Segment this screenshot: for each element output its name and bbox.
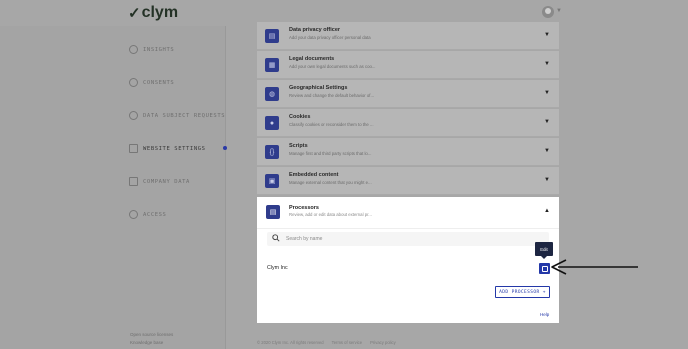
terms-link[interactable]: Terms of service [332, 340, 362, 345]
cookie-icon: ● [265, 116, 279, 130]
knowledge-base-link[interactable]: Knowledge base [130, 340, 163, 345]
processors-desc: Review, add or edit data about external … [289, 212, 372, 217]
chevron-down-icon[interactable]: ▼ [544, 90, 550, 96]
processors-panel: ▤ Processors Review, add or edit data ab… [257, 197, 559, 323]
sidebar [0, 26, 226, 349]
person-icon: ▤ [265, 29, 279, 43]
row-desc: Add your data privacy officer personal d… [289, 35, 371, 40]
consents-icon [129, 78, 138, 87]
requests-icon [129, 111, 138, 120]
row-desc: Manage first and third party scripts tha… [289, 151, 372, 156]
row-title: Geographical Settings [289, 85, 348, 91]
document-icon: ▦ [265, 58, 279, 72]
row-desc: Manage external content that you might e… [289, 180, 372, 185]
settings-row-embedded-content[interactable]: ▣ Embedded content Manage external conte… [257, 167, 559, 195]
row-title: Data privacy officer [289, 27, 341, 33]
brand-name: clym [141, 4, 179, 21]
sidebar-item-label: DATA SUBJECT REQUESTS [143, 112, 226, 119]
active-indicator [223, 146, 227, 150]
globe-icon: ◍ [265, 87, 279, 101]
sidebar-item-insights[interactable]: INSIGHTS [129, 45, 174, 54]
row-desc: Classify cookies or reconsider them to t… [289, 122, 374, 127]
sidebar-item-company-data[interactable]: COMPANY DATA [129, 177, 190, 186]
chevron-down-icon[interactable]: ▼ [556, 8, 562, 14]
help-link[interactable]: Help [540, 312, 549, 317]
arrow-annotation-icon [551, 259, 638, 275]
embed-icon: ▣ [265, 174, 279, 188]
row-title: Scripts [289, 143, 308, 149]
privacy-link[interactable]: Privacy policy [370, 340, 396, 345]
sidebar-item-consents[interactable]: CONSENTS [129, 78, 174, 87]
row-desc: Add your own legal documents such as coo… [289, 64, 376, 69]
chevron-down-icon[interactable]: ▼ [544, 177, 550, 183]
copyright-text: © 2020 Clym Inc. All rights reserved [257, 340, 324, 345]
settings-row-cookies[interactable]: ● Cookies Classify cookies or reconsider… [257, 109, 559, 137]
sidebar-item-label: CONSENTS [143, 79, 175, 86]
chevron-down-icon[interactable]: ▼ [544, 148, 550, 154]
website-settings-icon [129, 144, 138, 153]
settings-row-data-privacy-officer[interactable]: ▤ Data privacy officer Add your data pri… [257, 22, 559, 50]
chevron-down-icon[interactable]: ▼ [544, 32, 550, 38]
sidebar-item-label: ACCESS [143, 211, 167, 218]
search-placeholder: Search by name [286, 236, 323, 242]
chevron-up-icon[interactable]: ▲ [544, 208, 550, 214]
user-avatar[interactable] [542, 6, 554, 18]
settings-row-legal-documents[interactable]: ▦ Legal documents Add your own legal doc… [257, 51, 559, 79]
open-source-link[interactable]: Open source licenses [130, 332, 173, 337]
processors-title: Processors [289, 205, 319, 211]
processors-header[interactable]: ▤ Processors Review, add or edit data ab… [257, 197, 559, 229]
clym-logo[interactable]: ✓ clym [128, 4, 178, 22]
processors-icon: ▤ [266, 205, 280, 219]
row-title: Legal documents [289, 56, 335, 62]
processor-search-input[interactable]: Search by name [267, 232, 549, 246]
access-icon [129, 210, 138, 219]
chevron-down-icon[interactable]: ▼ [544, 61, 550, 67]
search-icon [272, 234, 280, 242]
code-icon: {} [265, 145, 279, 159]
row-title: Embedded content [289, 172, 339, 178]
page-footer: © 2020 Clym Inc. All rights reserved Ter… [257, 340, 396, 345]
row-title: Cookies [289, 114, 311, 120]
edit-tooltip: Edit [535, 242, 553, 259]
settings-row-scripts[interactable]: {} Scripts Manage first and third party … [257, 138, 559, 166]
sidebar-item-access[interactable]: ACCESS [129, 210, 166, 219]
row-desc: Review and change the default behavior o… [289, 93, 375, 98]
settings-row-geographical-settings[interactable]: ◍ Geographical Settings Review and chang… [257, 80, 559, 108]
check-logo-icon: ✓ [128, 5, 141, 22]
processor-name: Clym Inc [267, 265, 288, 271]
chevron-down-icon[interactable]: ▼ [544, 119, 550, 125]
add-processor-button[interactable]: ADD PROCESSOR + [495, 286, 550, 298]
sidebar-item-label: COMPANY DATA [143, 178, 190, 185]
edit-icon [541, 265, 548, 272]
sidebar-item-data-subject-requests[interactable]: DATA SUBJECT REQUESTS [129, 111, 225, 120]
sidebar-item-label: WEBSITE SETTINGS [143, 145, 206, 152]
company-data-icon [129, 177, 138, 186]
sidebar-item-website-settings[interactable]: WEBSITE SETTINGS [129, 144, 206, 153]
insights-icon [129, 45, 138, 54]
sidebar-item-label: INSIGHTS [143, 46, 175, 53]
